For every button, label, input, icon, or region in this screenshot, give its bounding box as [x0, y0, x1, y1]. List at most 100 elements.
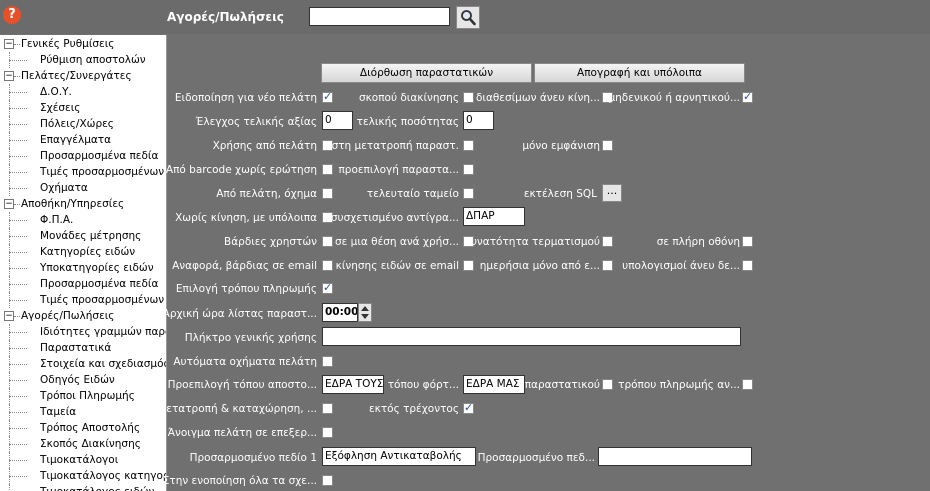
tree-connector	[9, 396, 27, 397]
payment-method-choice-label: Επιλογή τρόπου πληρωμής	[175, 283, 317, 295]
except-current-checkbox[interactable]	[463, 401, 474, 414]
from-customer-vehicle-checkbox[interactable]	[322, 188, 333, 199]
sidebar-item[interactable]: Κατηγορίες ειδών	[40, 244, 135, 260]
tree-connector	[9, 172, 27, 173]
magnifier-icon	[461, 10, 476, 26]
load-place-input[interactable]: ΕΔΡΑ ΜΑΣ	[463, 375, 525, 394]
last-cashbox-checkbox[interactable]	[463, 188, 474, 199]
ship-place-input[interactable]: ΕΔΡΑ ΤΟΥΣ	[322, 375, 384, 394]
spin-up-icon[interactable]	[361, 306, 369, 311]
sidebar-item[interactable]: Τιμές προσαρμοσμένων π	[40, 292, 166, 308]
sidebar-item[interactable]: Τιμοκατάλογος κατηγοριώ	[40, 468, 166, 484]
payment-method-of-checkbox[interactable]	[742, 379, 753, 390]
default-doc-checkbox[interactable]	[463, 164, 474, 175]
time-spinner[interactable]	[358, 303, 372, 322]
sidebar-item[interactable]: Προσαρμοσμένα πεδία	[40, 276, 158, 292]
open-customer-edit-checkbox[interactable]	[322, 427, 333, 438]
sidebar-group[interactable]: Πελάτες/Συνεργάτες	[21, 68, 132, 84]
sidebar-item[interactable]: Φ.Π.Α.	[40, 212, 73, 228]
search-input[interactable]	[309, 7, 450, 26]
report-shift-email-checkbox[interactable]	[322, 260, 333, 271]
sidebar-item[interactable]: Προσαρμοσμένα πεδία	[40, 148, 158, 164]
sidebar-item[interactable]: Τιμές προσαρμοσμένων π	[40, 164, 166, 180]
tree-collapse-icon[interactable]: −	[4, 311, 14, 321]
zero-or-negative-checkbox[interactable]	[742, 90, 753, 103]
tree-collapse-icon[interactable]: −	[4, 39, 14, 49]
custom-field-1-input[interactable]: Εξόφληση Αντικαταβολής	[322, 447, 476, 466]
related-copy-input[interactable]: ΔΠΑΡ	[463, 207, 525, 226]
user-shifts-checkbox[interactable]	[322, 236, 333, 247]
load-place-label: τόπου φόρτ...	[387, 379, 459, 391]
tree-connector	[9, 92, 27, 93]
daily-only-from-checkbox[interactable]	[602, 260, 613, 271]
tree-connector	[9, 292, 10, 308]
sidebar-item[interactable]: Τιμοκατάλογος ειδών	[40, 484, 155, 491]
purpose-movement-checkbox[interactable]	[463, 92, 474, 103]
purpose-movement-label: σκοπού διακίνησης	[358, 92, 459, 104]
payment-method-of-label: τρόπου πληρωμής αν...	[618, 379, 740, 391]
sidebar-item[interactable]: Τρόποι Πληρωμής	[40, 388, 135, 404]
from-customer-vehicle-label: Από πελάτη, όχημα	[216, 188, 317, 200]
in-notification-all-checkbox[interactable]	[322, 475, 333, 486]
sidebar-item[interactable]: Πόλεις/Χώρες	[40, 116, 114, 132]
sidebar-item[interactable]: Τρόπος Αποστολής	[40, 420, 140, 436]
spin-down-icon[interactable]	[361, 314, 369, 319]
tree-connector	[9, 236, 27, 237]
tree-connector	[14, 76, 20, 77]
except-current-label: εκτός τρέχοντος	[368, 403, 459, 415]
tree-collapse-icon[interactable]: −	[4, 71, 14, 81]
exec-sql-button[interactable]: ...	[602, 184, 622, 202]
sidebar-item[interactable]: Σκοπός Διακίνησης	[40, 436, 141, 452]
final-quantity-input[interactable]: 0	[463, 111, 494, 130]
fullscreen-checkbox[interactable]	[742, 236, 753, 247]
list-start-time-input[interactable]: 00:00	[322, 303, 358, 322]
sidebar-item[interactable]: Οχήματα	[40, 180, 88, 196]
item-move-email-checkbox[interactable]	[463, 260, 474, 271]
terminate-option-checkbox[interactable]	[602, 236, 613, 247]
user-shifts-label: Βάρδιες χρηστών	[224, 236, 317, 248]
final-value-input[interactable]: 0	[322, 111, 353, 130]
display-only-label: μόνο εμφάνιση	[522, 140, 600, 152]
inventory-button[interactable]: Απογραφή και υπόλοιπα	[534, 63, 745, 83]
question-icon[interactable]: ?	[3, 6, 21, 24]
sidebar-item[interactable]: Ιδιότητες γραμμών παρασ	[40, 324, 166, 340]
sidebar-item[interactable]: Παραστατικά	[40, 340, 111, 356]
general-use-key-input[interactable]	[322, 327, 741, 346]
sidebar-item[interactable]: Τιμοκατάλογοι	[40, 452, 118, 468]
in-doc-conversion-checkbox[interactable]	[463, 140, 474, 151]
custom-field-2-input[interactable]	[598, 447, 752, 466]
fix-documents-button[interactable]: Διόρθωση παραστατικών	[321, 63, 532, 83]
tree-connector	[9, 372, 10, 388]
tree-connector	[9, 332, 27, 333]
list-start-time-label: Αρχική ώρα λίστας παραστ...	[162, 308, 317, 320]
zero-or-negative-label: μηδενικού ή αρνητικού...	[608, 92, 740, 104]
sidebar-group[interactable]: Αποθήκη/Υπηρεσίες	[21, 196, 124, 212]
sidebar-item[interactable]: Ταμεία	[40, 404, 76, 420]
last-cashbox-label: τελευταίο ταμείο	[366, 188, 459, 200]
sidebar-item[interactable]: Ρύθμιση αποστολών	[40, 52, 146, 68]
tree-collapse-icon[interactable]: −	[4, 199, 14, 209]
search-button[interactable]	[456, 6, 480, 29]
sidebar-item[interactable]: Μονάδες μέτρησης	[40, 228, 141, 244]
sidebar-item[interactable]: Επαγγέλματα	[40, 132, 111, 148]
sidebar-group[interactable]: Γενικές Ρυθμίσεις	[21, 36, 114, 52]
calcs-without-checkbox[interactable]	[742, 260, 753, 271]
of-document-checkbox[interactable]	[602, 379, 613, 390]
payment-method-choice-checkbox[interactable]	[322, 281, 333, 294]
barcode-no-question-label: Από barcode χωρίς ερώτηση	[165, 164, 317, 176]
sidebar-item[interactable]: Οδηγός Ειδών	[40, 372, 115, 388]
item-move-email-label: κίνησης ειδών σε email	[335, 260, 459, 272]
sidebar-item[interactable]: Στοιχεία και σχεδιασμός π	[40, 356, 166, 372]
sidebar-item[interactable]: Σχέσεις	[40, 100, 80, 116]
barcode-no-question-checkbox[interactable]	[322, 164, 333, 175]
display-only-checkbox[interactable]	[602, 140, 613, 151]
tree-connector	[9, 188, 27, 189]
sidebar-item[interactable]: Υποκατηγορίες ειδών	[40, 260, 154, 276]
convert-register-checkbox[interactable]	[322, 403, 333, 414]
terminate-option-label: δυνατότητα τερματισμού	[464, 236, 600, 248]
notify-new-customer-checkbox[interactable]	[322, 90, 333, 103]
sidebar-group[interactable]: Αγορές/Πωλήσεις	[21, 308, 114, 324]
sidebar-item[interactable]: Δ.Ο.Υ.	[40, 84, 72, 100]
default-ship-place-label: Προεπιλογή τόπου αποστο...	[167, 379, 317, 391]
auto-customer-vehicles-checkbox[interactable]	[322, 356, 333, 367]
